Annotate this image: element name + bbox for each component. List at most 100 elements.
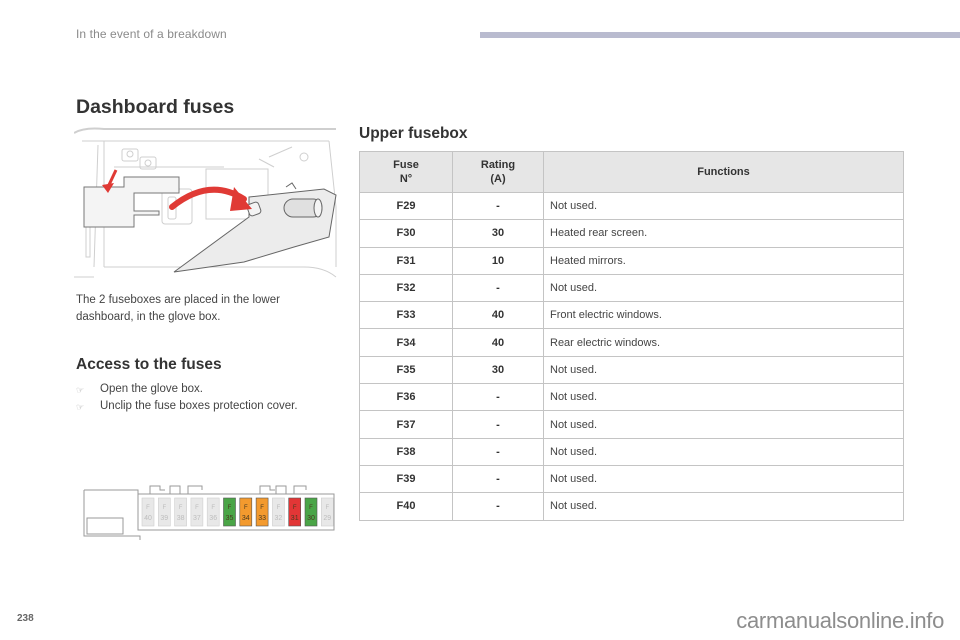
fuse-letter: F	[260, 505, 264, 511]
table-row: F29- Not used.	[359, 191, 904, 221]
function-cell: Not used.	[543, 437, 904, 466]
access-step: ☞ Unclip the fuse boxes protection cover…	[76, 398, 298, 415]
rating-cell: 30	[452, 219, 544, 248]
upper-fusebox-diagram: F 40 F 39 F 38 F 37 F 36 F 35 F 34 F 33 F 32 F 31 F 30 F 29	[83, 485, 335, 540]
table-row: F38- Not used.	[359, 437, 904, 466]
fuse-number-cell: F40	[359, 492, 453, 521]
function-cell: Not used.	[543, 273, 904, 303]
column-header-rating: Rating (A)	[452, 151, 544, 193]
fuse-letter: F	[211, 505, 215, 511]
fuse-number: 40	[144, 515, 152, 522]
rating-cell: -	[452, 410, 544, 439]
fuse-letter: F	[162, 505, 166, 511]
column-header-functions: Functions	[543, 151, 904, 193]
intro-text: The 2 fuseboxes are placed in the lower …	[76, 294, 280, 323]
rating-cell: -	[452, 383, 544, 412]
fuse-number: 31	[291, 515, 299, 522]
table-row: F31 10 Heated mirrors.	[359, 246, 904, 275]
fuse-number: 34	[242, 515, 250, 522]
header-accent-bar	[480, 32, 960, 38]
fuse-slot-38: F 38	[174, 497, 187, 527]
fuse-letter: F	[146, 505, 150, 511]
function-cell: Not used.	[543, 191, 904, 221]
fuse-number: 38	[177, 515, 185, 522]
fuse-number-cell: F36	[359, 383, 453, 412]
table-row: F30 30 Heated rear screen.	[359, 219, 904, 248]
table-row: F37- Not used.	[359, 410, 904, 439]
rating-cell: -	[452, 191, 544, 221]
fuse-number-cell: F29	[359, 191, 453, 221]
fuse-letter: F	[293, 505, 297, 511]
upper-fusebox-title: Upper fusebox	[359, 125, 468, 142]
fuse-number: 39	[160, 515, 168, 522]
fuse-slot-30: F 30	[304, 497, 318, 527]
fuse-slot-33: F 33	[255, 497, 269, 527]
function-cell: Front electric windows.	[543, 301, 904, 330]
rating-cell: 10	[452, 246, 544, 275]
page-number: 238	[17, 613, 34, 624]
rating-cell: -	[452, 437, 544, 466]
fuse-number: 36	[209, 515, 217, 522]
upper-fusebox-table: Fuse N° Rating (A) Functions F29- Not use…	[359, 151, 904, 521]
fuse-number-cell: F32	[359, 273, 453, 303]
fuse-number-cell: F39	[359, 464, 453, 494]
rating-cell: 30	[452, 355, 544, 385]
table-row: F36- Not used.	[359, 383, 904, 412]
fuse-slot-39: F 39	[158, 497, 171, 527]
access-step-text: Unclip the fuse boxes protection cover.	[100, 400, 298, 412]
function-cell: Not used.	[543, 355, 904, 385]
fuse-letter: F	[228, 505, 232, 511]
fuse-number-cell: F38	[359, 437, 453, 466]
rating-cell: -	[452, 492, 544, 521]
rating-cell: 40	[452, 328, 544, 357]
fuse-slot-40: F 40	[141, 497, 155, 527]
fuse-letter: F	[244, 505, 248, 511]
access-step-text: Open the glove box.	[100, 383, 203, 395]
function-cell: Not used.	[543, 464, 904, 494]
fuse-number: 37	[193, 515, 201, 522]
fuse-slot-29: F 29	[321, 497, 334, 527]
fuse-number-cell: F35	[359, 355, 453, 385]
watermark: carmanualsonline.info	[736, 608, 944, 633]
glove-box-cover-removal-illustration	[74, 127, 337, 278]
rating-cell: 40	[452, 301, 544, 330]
fuse-letter: F	[325, 505, 329, 511]
access-steps-list: ☞ Open the glove box. ☞ Unclip the fuse …	[76, 381, 298, 415]
function-cell: Not used.	[543, 410, 904, 439]
access-step: ☞ Open the glove box.	[76, 381, 298, 398]
pointing-hand-icon: ☞	[76, 385, 85, 395]
function-cell: Not used.	[543, 383, 904, 412]
fuse-number-cell: F31	[359, 246, 453, 275]
fuse-number: 35	[226, 515, 234, 522]
table-row: F33 40 Front electric windows.	[359, 301, 904, 330]
table-header-row: Fuse N° Rating (A) Functions	[359, 151, 904, 193]
fuse-number-cell: F30	[359, 219, 453, 248]
function-cell: Heated rear screen.	[543, 219, 904, 248]
fuse-letter: F	[277, 505, 281, 511]
fuse-slot-36: F 36	[206, 497, 220, 527]
access-section-title: Access to the fuses	[76, 356, 222, 373]
fuse-number: 29	[323, 515, 331, 522]
fuse-number: 33	[258, 515, 266, 522]
fuse-letter: F	[309, 505, 313, 511]
running-head-title: In the event of a breakdown	[76, 27, 227, 41]
fuse-slot-32: F 32	[272, 497, 285, 527]
function-cell: Not used.	[543, 492, 904, 521]
rating-cell: -	[452, 464, 544, 494]
table-row: F32- Not used.	[359, 273, 904, 303]
fuse-number-cell: F34	[359, 328, 453, 357]
fuse-slot-34: F 34	[239, 497, 253, 527]
fuse-number: 30	[307, 515, 315, 522]
fuse-letter: F	[179, 505, 183, 511]
table-row: F39- Not used.	[359, 464, 904, 494]
page-title: Dashboard fuses	[76, 96, 235, 118]
table-row: F40- Not used.	[359, 492, 904, 521]
pointing-hand-icon: ☞	[76, 402, 85, 412]
fuse-letter: F	[195, 505, 199, 511]
fuse-slot-31: F 31	[288, 497, 301, 527]
fuse-slot-35: F 35	[223, 497, 236, 527]
fuse-slot-37: F 37	[190, 497, 204, 527]
function-cell: Rear electric windows.	[543, 328, 904, 357]
function-cell: Heated mirrors.	[543, 246, 904, 275]
table-row: F35 30 Not used.	[359, 355, 904, 385]
